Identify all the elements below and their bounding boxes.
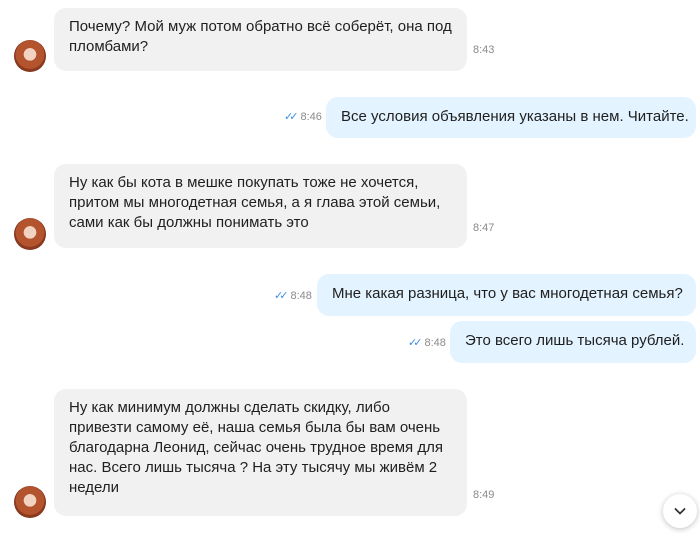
message-time: 8:49 [473,489,495,501]
message-text-line: Ну как минимум должны сделать скидку, ли… [69,399,390,416]
avatar[interactable] [14,40,46,72]
double-check-icon: ✓✓ [408,337,423,349]
incoming-message: Ну как бы кота в мешке покупать тоже не … [54,164,467,248]
message-text-line: нас. Всего лишь тысяча ? На эту тысячу м… [69,459,438,476]
message-time-status: ✓✓ 8:46 [284,111,322,123]
message-time-status: ✓✓ 8:48 [408,337,446,349]
message-text-line: пломбами? [69,38,149,55]
chevron-down-icon [674,508,686,515]
outgoing-message: Мне какая разница, что у вас многодетная… [317,274,696,316]
message-time: 8:46 [300,111,322,123]
message-text-line: Почему? Мой муж потом обратно всё соберё… [69,18,452,35]
message-text-line: Это всего лишь тысяча рублей. [465,332,685,349]
message-text-line: Ну как бы кота в мешке покупать тоже не … [69,174,419,191]
outgoing-message: Все условия объявления указаны в нем. Чи… [326,97,696,138]
message-time: 8:47 [473,222,495,234]
avatar[interactable] [14,218,46,250]
avatar[interactable] [14,486,46,518]
incoming-message: Ну как минимум должны сделать скидку, ли… [54,389,467,516]
message-time: 8:48 [290,290,312,302]
message-text-line: притом мы многодетная семья, а я глава э… [69,194,441,211]
message-time-status: ✓✓ 8:48 [274,290,312,302]
message-text-line: Мне какая разница, что у вас многодетная… [332,285,683,302]
message-text-line: Все условия объявления указаны в нем. Чи… [341,108,689,125]
outgoing-message: Это всего лишь тысяча рублей. [450,321,696,363]
message-text-line: сами как бы должны понимать это [69,214,309,231]
double-check-icon: ✓✓ [284,111,299,123]
message-time: 8:43 [473,44,495,56]
message-text-line: привезти самому её, наша семья была бы в… [69,419,441,436]
message-text-line: недели [69,479,120,496]
scroll-to-bottom-button[interactable] [663,494,697,528]
message-text-line: благодарна Леонид, сейчас очень трудное … [69,439,443,456]
message-time: 8:48 [424,337,446,349]
double-check-icon: ✓✓ [274,290,289,302]
incoming-message: Почему? Мой муж потом обратно всё соберё… [54,8,467,71]
